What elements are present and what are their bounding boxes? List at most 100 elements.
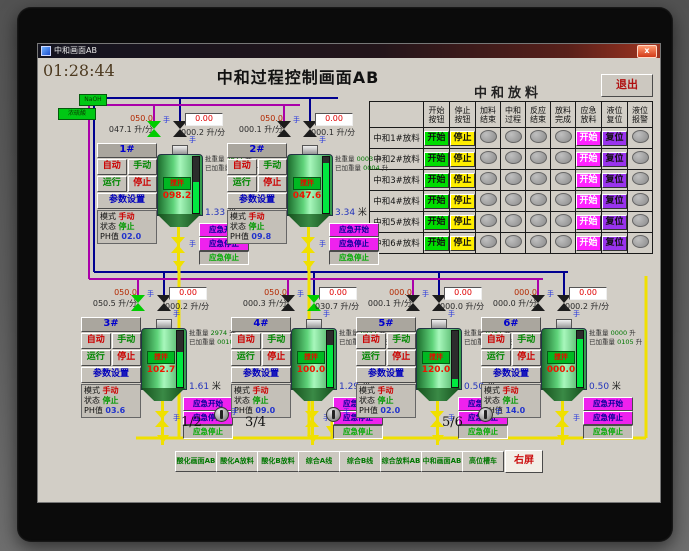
exit-button[interactable]: 退出 [601,74,653,97]
unit-status-box: 模式 手动 状态 停止 PH值 09.8 [227,210,287,244]
stop-button[interactable]: 停止 [386,350,416,366]
panel-row: 参数设置 [97,193,157,209]
status-cell [500,190,526,212]
run-button[interactable]: 运行 [97,176,127,192]
nav-button-1[interactable]: 酸化A放料 [216,451,258,472]
level-gauge [322,156,330,214]
run-button[interactable]: 运行 [227,176,257,192]
emergency-discharge-button[interactable]: 开始 [576,235,601,251]
batch-value: 0003 [356,155,374,163]
auto-button[interactable]: 自动 [81,333,111,349]
params-button[interactable]: 参数设置 [81,367,141,383]
emergency-discharge-button[interactable]: 开始 [576,193,601,209]
batch-weights: 批重量 0000 升已加重量 0105 升 [589,329,642,347]
stop-button[interactable]: 停止 [450,193,475,209]
emergency-discharge-button[interactable]: 开始 [576,172,601,188]
start-button[interactable]: 开始 [424,151,449,167]
nav-button-7[interactable]: 高位槽车 [462,451,504,472]
level-reset-button[interactable]: 复位 [602,172,627,188]
start-button[interactable]: 开始 [424,235,449,251]
ph-line: PH值 03.6 [84,406,138,416]
pump-slot [484,410,487,419]
nav-button-4[interactable]: 综合B线 [339,451,381,472]
emergency-cell: 开始 [575,211,602,233]
pump-slot [332,410,335,419]
hand-label: 手 [189,136,196,144]
nav-button-0[interactable]: 酸化画面AB [175,451,217,472]
pump-icon[interactable] [326,407,341,422]
manual-button[interactable]: 手动 [261,333,291,349]
run-button[interactable]: 运行 [356,350,386,366]
start-button[interactable]: 开始 [424,130,449,146]
hand-label: 手 [547,290,554,298]
auto-button[interactable]: 自动 [227,159,257,175]
start-button[interactable]: 开始 [424,172,449,188]
run-button[interactable]: 运行 [81,350,111,366]
level-reset-button[interactable]: 复位 [602,130,627,146]
params-button[interactable]: 参数设置 [97,193,157,209]
stop-button[interactable]: 停止 [511,350,541,366]
level-reset-button[interactable]: 复位 [602,235,627,251]
manual-button[interactable]: 手动 [386,333,416,349]
emergency-stop-button[interactable]: 应急停止 [583,411,633,425]
auto-button[interactable]: 自动 [97,159,127,175]
pump-icon[interactable] [478,407,493,422]
nav-button-2[interactable]: 酸化B放料 [257,451,299,472]
stop-button[interactable]: 停止 [127,176,157,192]
stop-button[interactable]: 停止 [450,130,475,146]
stop-button[interactable]: 停止 [450,235,475,251]
params-button[interactable]: 参数设置 [481,367,541,383]
manual-button[interactable]: 手动 [511,333,541,349]
panel-row: 自动 手动 [231,333,291,349]
stop-cell: 停止 [449,190,476,212]
nav-button-6[interactable]: 中和画面AB [421,451,463,472]
col-header-line1: 停止 [454,105,471,115]
nav-button-5[interactable]: 综合放料AB [380,451,422,472]
unit-name: 2# [227,143,287,158]
level-reset-button[interactable]: 复位 [602,193,627,209]
emergency-discharge-button[interactable]: 开始 [576,214,601,230]
nav-button-3[interactable]: 综合A线 [298,451,340,472]
start-button[interactable]: 开始 [424,214,449,230]
tank-cone [541,388,585,401]
manual-button[interactable]: 手动 [111,333,141,349]
stop-button[interactable]: 停止 [261,350,291,366]
flow-setpoint: 000.0 [514,288,537,297]
level-reset-button[interactable]: 复位 [602,151,627,167]
auto-button[interactable]: 自动 [481,333,511,349]
auto-button[interactable]: 自动 [231,333,261,349]
emergency-stop-button[interactable]: 应急停止 [329,237,379,251]
batch-value: 2974 [210,329,228,337]
params-button[interactable]: 参数设置 [227,193,287,209]
level-reset-button[interactable]: 复位 [602,214,627,230]
stop-button[interactable]: 停止 [111,350,141,366]
dose-display: 0.00 [169,287,207,300]
manual-button[interactable]: 手动 [127,159,157,175]
params-button[interactable]: 参数设置 [231,367,291,383]
stop-button[interactable]: 停止 [450,172,475,188]
discharge-section-title: 中和放料 [474,86,543,101]
emergency-start-button[interactable]: 应急开始 [583,397,633,411]
status-indicator [529,235,547,248]
added-line: 已加重量 0004 升 [335,164,388,173]
flow-actual: 050.5 升/分 [92,299,137,308]
params-button[interactable]: 参数设置 [356,367,416,383]
run-button[interactable]: 运行 [481,350,511,366]
mode-label: 模式 [230,212,249,221]
emergency-stop-ack-button[interactable]: 应急停止 [583,425,633,439]
pump-icon[interactable] [214,407,229,422]
emergency-discharge-button[interactable]: 开始 [576,130,601,146]
run-button[interactable]: 运行 [231,350,261,366]
emergency-stop-ack-button[interactable]: 应急停止 [329,251,379,265]
right-screen-button[interactable]: 右屏 [505,450,543,473]
stop-button[interactable]: 停止 [257,176,287,192]
stop-button[interactable]: 停止 [450,151,475,167]
page-title: 中和过程控制画面AB [216,68,380,87]
stop-button[interactable]: 停止 [450,214,475,230]
emergency-start-button[interactable]: 应急开始 [329,223,379,237]
start-button[interactable]: 开始 [424,193,449,209]
emergency-discharge-button[interactable]: 开始 [576,151,601,167]
mode-line: 模式 手动 [230,212,284,222]
manual-button[interactable]: 手动 [257,159,287,175]
auto-button[interactable]: 自动 [356,333,386,349]
